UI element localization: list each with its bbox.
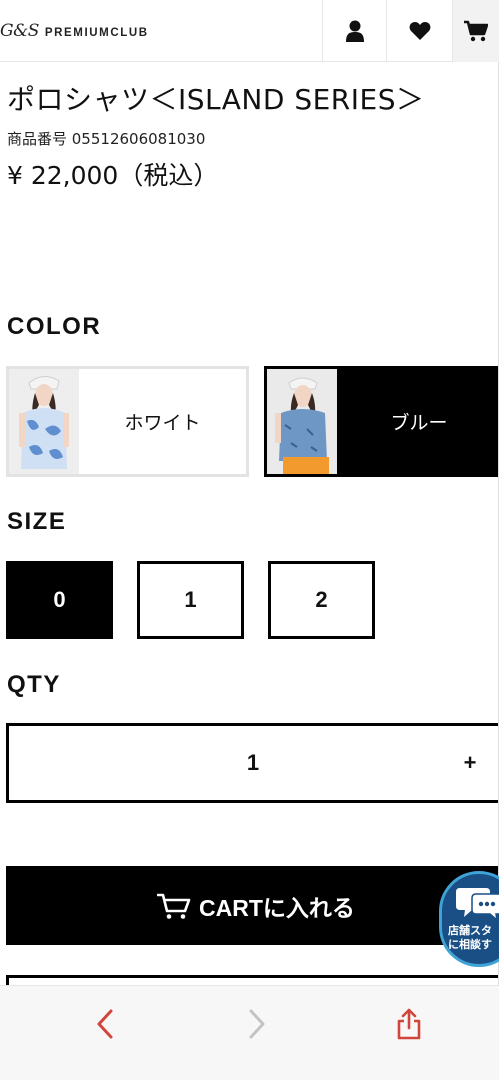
- browser-share-button[interactable]: [389, 1004, 429, 1044]
- share-icon: [397, 1008, 421, 1040]
- forward-arrow-icon: [249, 1009, 265, 1039]
- store-staff-chat-button[interactable]: 店舗スタ に相談す: [439, 871, 499, 967]
- product-thumbnail-white: [9, 369, 79, 474]
- chat-bubble-icon: [456, 888, 499, 922]
- qty-section-label: QTY: [7, 671, 61, 698]
- color-option-blue[interactable]: ブルー: [264, 366, 499, 477]
- color-section-label: COLOR: [7, 313, 102, 340]
- cart-button[interactable]: [452, 0, 499, 62]
- browser-toolbar: [0, 985, 499, 1080]
- product-title: ポロシャツ＜ISLAND SERIES＞: [7, 83, 425, 116]
- site-header: G&S PREMIUMCLUB: [0, 0, 499, 62]
- quantity-increase-button[interactable]: +: [455, 726, 485, 800]
- account-button[interactable]: [322, 0, 386, 62]
- product-sku: 商品番号 05512606081030: [7, 130, 206, 148]
- size-option-1[interactable]: 1: [137, 561, 244, 639]
- back-arrow-icon: [97, 1009, 113, 1039]
- quantity-stepper[interactable]: 1 +: [6, 723, 499, 803]
- cart-icon: [464, 20, 488, 42]
- site-logo[interactable]: G&S PREMIUMCLUB: [0, 21, 149, 43]
- logo-mark: G&S: [0, 21, 39, 41]
- add-to-cart-button[interactable]: CARTに入れる: [6, 866, 499, 945]
- color-option-label: ブルー: [390, 412, 448, 434]
- size-option-2[interactable]: 2: [268, 561, 375, 639]
- product-thumbnail-blue: [267, 369, 337, 474]
- product-price: ¥ 22,000（税込）: [7, 161, 219, 190]
- add-to-cart-label: CARTに入れる: [199, 894, 355, 921]
- color-option-white[interactable]: ホワイト: [6, 366, 249, 477]
- browser-back-button[interactable]: [85, 1004, 125, 1044]
- favorites-button[interactable]: [386, 0, 452, 62]
- chat-badge-text: 店舗スタ に相談す: [448, 924, 492, 951]
- cart-outline-icon: [157, 893, 191, 919]
- size-option-0[interactable]: 0: [6, 561, 113, 639]
- size-section-label: SIZE: [7, 508, 67, 535]
- logo-text: PREMIUMCLUB: [44, 27, 149, 39]
- user-icon: [345, 20, 364, 42]
- browser-forward-button[interactable]: [237, 1004, 277, 1044]
- color-option-label: ホワイト: [124, 412, 201, 434]
- heart-icon: [409, 22, 430, 40]
- quantity-value: 1: [246, 750, 260, 775]
